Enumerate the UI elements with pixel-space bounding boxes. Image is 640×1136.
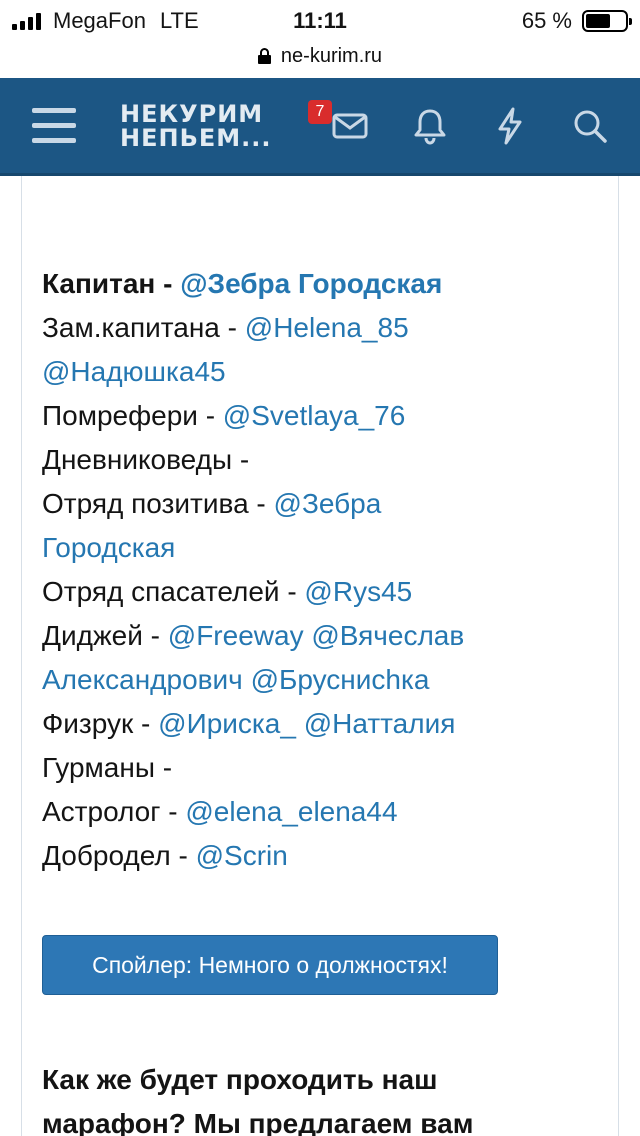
search-button[interactable] — [568, 104, 612, 148]
user-mention[interactable]: @Svetlaya_76 — [223, 400, 406, 431]
post-line-gourmets: Гурманы - — [42, 746, 602, 790]
role-label: Помрефери - — [42, 400, 223, 431]
post-line-positive-2: Городская — [42, 526, 602, 570]
messages-button[interactable]: 7 — [308, 100, 372, 148]
mail-icon — [332, 113, 368, 139]
role-label: Дневниковеды - — [42, 444, 250, 475]
user-mention[interactable]: Александрович — [42, 664, 243, 695]
user-mention[interactable]: Городская — [42, 532, 175, 563]
url-domain: ne-kurim.ru — [280, 44, 383, 67]
role-label: Отряд позитива - — [42, 488, 274, 519]
user-mention[interactable]: @Зебра — [274, 488, 382, 519]
post-line-vice-captain-2: @Надюшка45 — [42, 350, 602, 394]
user-mention[interactable]: @Натталия — [304, 708, 456, 739]
user-mention[interactable]: @Ириска_ — [158, 708, 296, 739]
post-line-dj: Диджей - @Freeway @Вячеслав — [42, 614, 602, 658]
battery-icon — [582, 10, 632, 32]
site-logo[interactable]: НЕКУРИМ НЕПЬЕМ... — [120, 102, 272, 150]
url-bar[interactable]: ne-kurim.ru — [0, 40, 640, 72]
user-mention[interactable]: @Freeway — [168, 620, 304, 651]
battery-percent: 65 % — [521, 8, 572, 33]
user-mention[interactable]: @Helena_85 — [245, 312, 409, 343]
heading-line-1: Как же будет проходить наш — [42, 1064, 438, 1095]
user-mention[interactable]: @Зебра Городская — [180, 268, 442, 299]
spoiler-button[interactable]: Спойлер: Немного о должностях! — [42, 935, 498, 995]
lock-icon — [257, 48, 271, 64]
messages-badge: 7 — [308, 100, 332, 124]
post-line-pe: Физрук - @Ириска_ @Натталия — [42, 702, 602, 746]
heading-line-2: марафон? Мы предлагаем вам — [42, 1108, 474, 1136]
user-mention[interactable]: @Надюшка45 — [42, 356, 226, 387]
post-line-vice-captain: Зам.капитана - @Helena_85 — [42, 306, 602, 350]
role-label: Физрук - — [42, 708, 159, 739]
user-mention[interactable]: @elena_elena44 — [185, 796, 397, 827]
role-label: Отряд спасателей - — [42, 576, 305, 607]
bell-icon — [414, 109, 446, 145]
status-right: 65 % — [521, 8, 632, 34]
search-icon — [574, 110, 607, 143]
section-heading: Как же будет проходить наш марафон? Мы п… — [42, 1058, 602, 1136]
post-line-referee: Помрефери - @Svetlaya_76 — [42, 394, 602, 438]
notifications-button[interactable] — [408, 104, 452, 148]
role-label: Зам.капитана - — [42, 312, 245, 343]
user-mention[interactable]: @Scrin — [196, 840, 288, 871]
bolt-icon — [498, 107, 522, 145]
role-label: Астролог - — [42, 796, 186, 827]
post-line-kind: Добродел - @Scrin — [42, 834, 602, 878]
user-mention[interactable]: @Вячеслав — [311, 620, 464, 651]
user-mention[interactable]: @Rys45 — [304, 576, 412, 607]
post-line-diary: Дневниковеды - — [42, 438, 602, 482]
post-body: Капитан - @Зебра Городская Зам.капитана … — [42, 262, 602, 878]
role-label: Добродел - — [42, 840, 196, 871]
post-line-captain: Капитан - @Зебра Городская — [42, 262, 602, 306]
post-line-astrologer: Астролог - @elena_elena44 — [42, 790, 602, 834]
logo-line-1: НЕКУРИМ — [120, 100, 264, 128]
post-line-positive: Отряд позитива - @Зебра — [42, 482, 602, 526]
site-header: НЕКУРИМ НЕПЬЕМ... 7 — [0, 78, 640, 176]
role-label: Гурманы - — [42, 752, 173, 783]
user-mention[interactable]: @Бруснисhка — [251, 664, 430, 695]
role-label: Капитан - — [42, 268, 181, 299]
role-label: Диджей - — [42, 620, 168, 651]
post-line-rescuers: Отряд спасателей - @Rys45 — [42, 570, 602, 614]
post-line-dj-2: Александрович @Бруснисhка — [42, 658, 602, 702]
menu-button[interactable] — [32, 108, 76, 144]
whats-new-button[interactable] — [488, 104, 532, 148]
logo-line-2: НЕПЬЕМ... — [120, 124, 272, 152]
status-bar: MegaFon LTE 11:11 65 % — [0, 0, 640, 44]
